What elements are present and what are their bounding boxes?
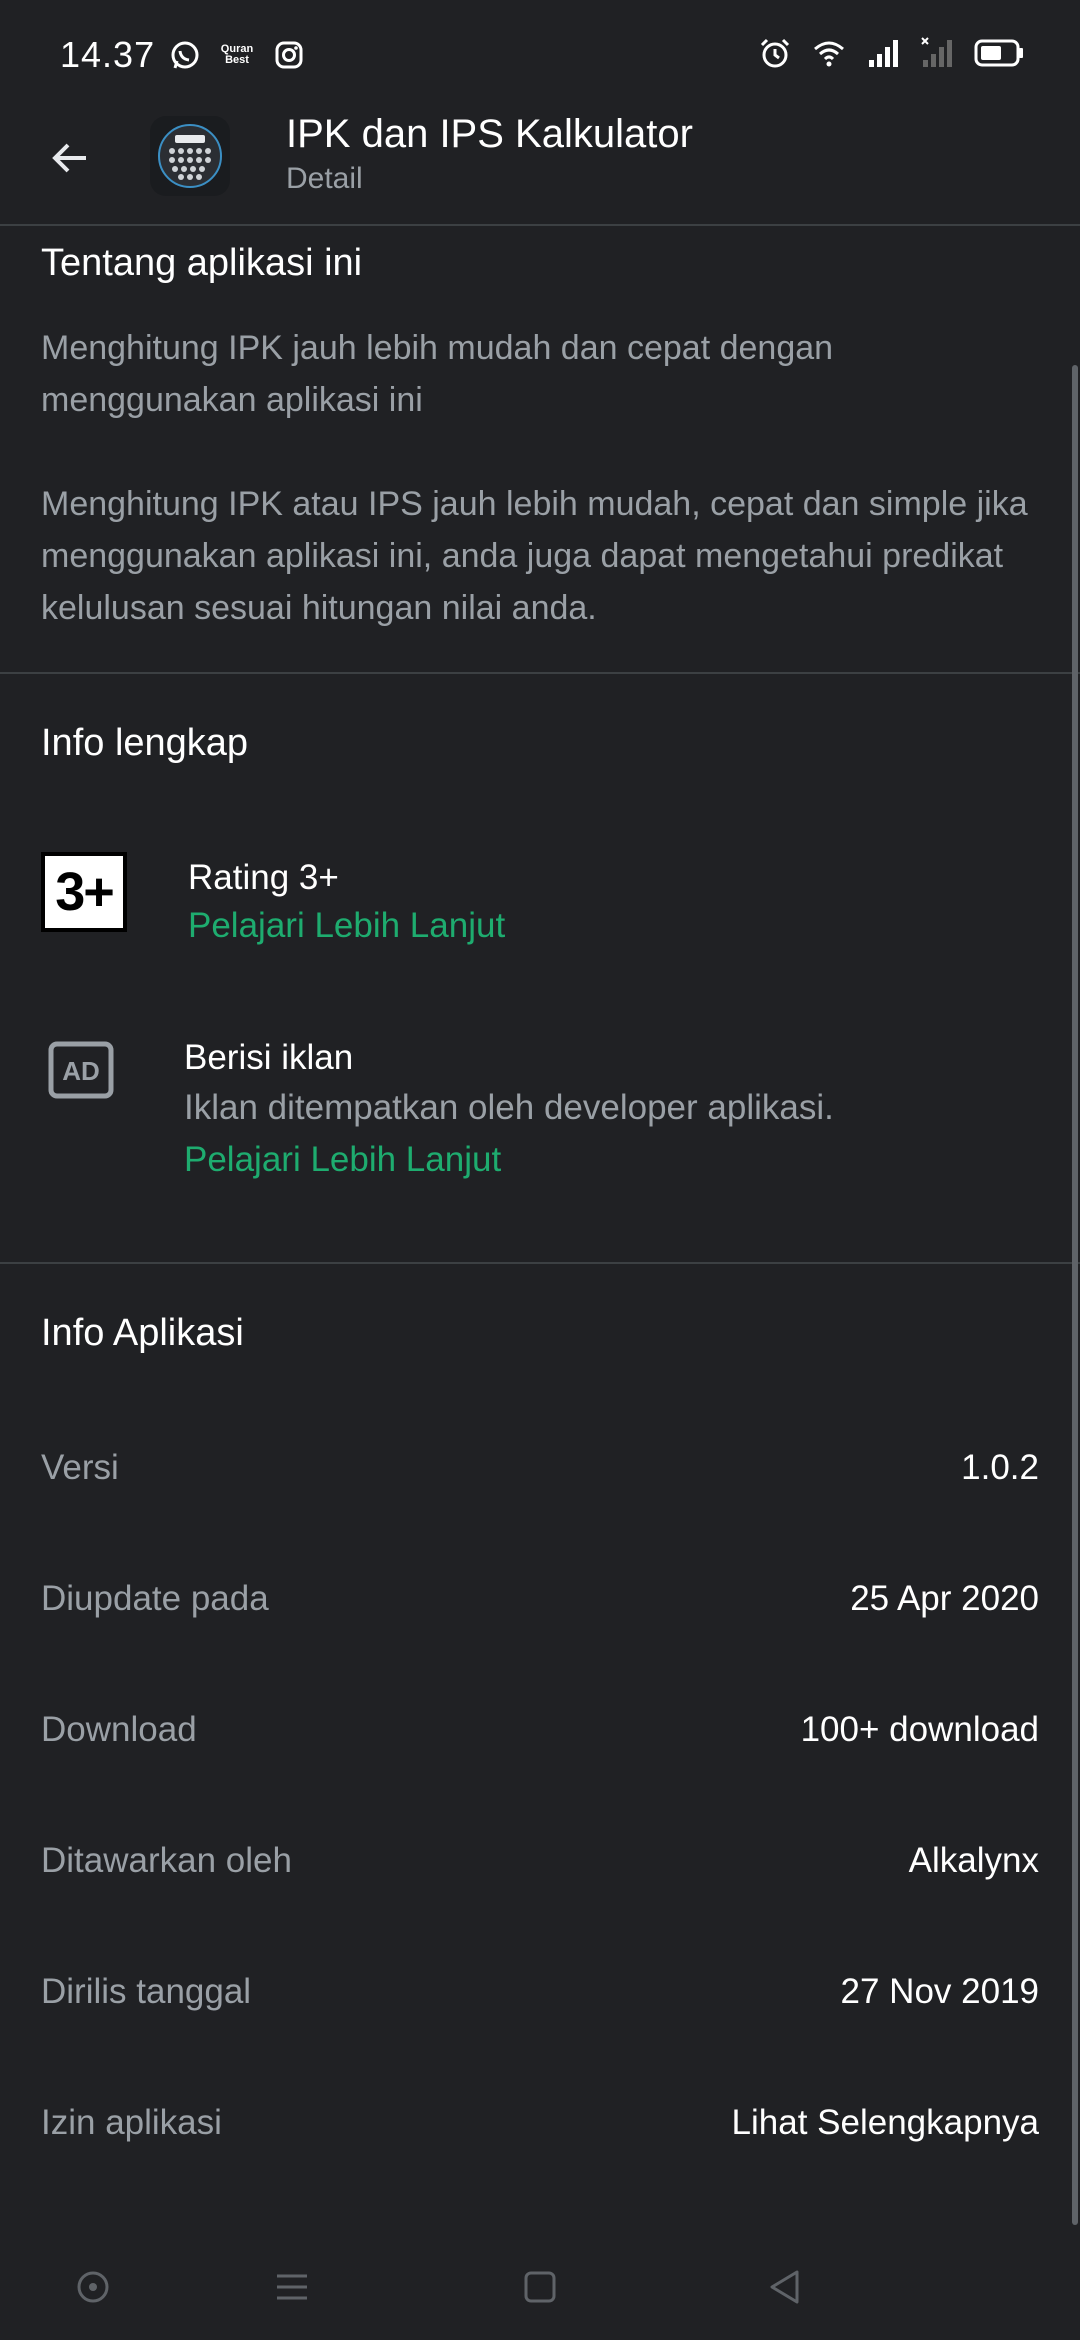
battery-icon	[974, 39, 1023, 67]
wifi-icon	[814, 41, 844, 67]
signal-icon	[869, 40, 898, 67]
alarm-icon	[760, 38, 790, 68]
divider	[0, 672, 1080, 674]
about-long-description: Menghitung IPK atau IPS jauh lebih mudah…	[41, 485, 1028, 627]
nav-assistant-button[interactable]	[68, 2262, 118, 2312]
status-bar: 14.37 Quran Best	[0, 0, 1080, 112]
scrollbar[interactable]	[1072, 365, 1078, 2225]
info-row-label: Dirilis tanggal	[41, 1972, 252, 2011]
info-row-label: Izin aplikasi	[41, 2103, 222, 2142]
info-row-value: 25 Apr 2020	[850, 1579, 1039, 1618]
quran-best-icon: Quran Best	[220, 44, 254, 66]
app-icon	[150, 116, 230, 196]
signal-x-icon	[921, 37, 952, 67]
instagram-icon	[275, 41, 303, 69]
info-row-updated: Diupdate pada 25 Apr 2020	[41, 1574, 1039, 1624]
home-square-icon	[524, 2271, 556, 2303]
page-subtitle: Detail	[286, 162, 363, 195]
info-row-version: Versi 1.0.2	[41, 1443, 1039, 1493]
best-label: Best	[225, 54, 249, 66]
about-section-title: Tentang aplikasi ini	[41, 242, 363, 284]
app-bar: IPK dan IPS Kalkulator Detail	[0, 112, 1080, 226]
info-row-value: 1.0.2	[961, 1448, 1039, 1487]
ads-label: Berisi iklan	[184, 1038, 354, 1077]
divider	[0, 1262, 1080, 1264]
status-left-icons: Quran Best	[168, 38, 306, 72]
back-triangle-icon	[770, 2270, 799, 2304]
nav-menu-button[interactable]	[267, 2262, 317, 2312]
info-row-label: Versi	[41, 1448, 119, 1487]
whatsapp-icon	[171, 41, 199, 69]
assistant-icon	[77, 2271, 109, 2303]
rating-learn-more-link[interactable]: Pelajari Lebih Lanjut	[188, 906, 505, 946]
app-info-title: Info Aplikasi	[41, 1312, 244, 1354]
about-short-description: Menghitung IPK jauh lebih mudah dan cepa…	[41, 329, 834, 419]
info-row-label: Ditawarkan oleh	[41, 1841, 292, 1880]
info-row-value: 27 Nov 2019	[840, 1972, 1039, 2011]
ads-icon: AD	[48, 1041, 114, 1099]
nav-home-button[interactable]	[515, 2262, 565, 2312]
calculator-icon	[158, 124, 222, 188]
page-title: IPK dan IPS Kalkulator	[286, 112, 693, 156]
info-row-value: Alkalynx	[908, 1841, 1039, 1880]
info-row-value: 100+ download	[800, 1710, 1039, 1749]
info-row-downloads: Download 100+ download	[41, 1705, 1039, 1755]
permissions-see-more-link[interactable]: Lihat Selengkapnya	[732, 2103, 1039, 2143]
info-row-label: Download	[41, 1710, 197, 1749]
ads-description: Iklan ditempatkan oleh developer aplikas…	[184, 1088, 834, 1127]
info-row-label: Diupdate pada	[41, 1579, 269, 1618]
rating-label: Rating 3+	[188, 858, 339, 897]
info-row-permissions: Izin aplikasi Lihat Selengkapnya	[41, 2098, 1039, 2148]
svg-text:AD: AD	[62, 1056, 100, 1086]
ads-learn-more-link[interactable]: Pelajari Lebih Lanjut	[184, 1140, 501, 1180]
status-right-icons	[758, 36, 1024, 70]
nav-back-button[interactable]	[760, 2262, 810, 2312]
status-time: 14.37	[60, 34, 156, 75]
arrow-back-icon	[52, 143, 86, 173]
full-info-title: Info lengkap	[41, 722, 249, 764]
menu-icon	[277, 2274, 307, 2300]
info-row-released: Dirilis tanggal 27 Nov 2019	[41, 1967, 1039, 2017]
back-button[interactable]	[40, 128, 100, 188]
info-row-offered-by: Ditawarkan oleh Alkalynx	[41, 1836, 1039, 1886]
rating-badge-icon: 3+	[41, 852, 127, 932]
